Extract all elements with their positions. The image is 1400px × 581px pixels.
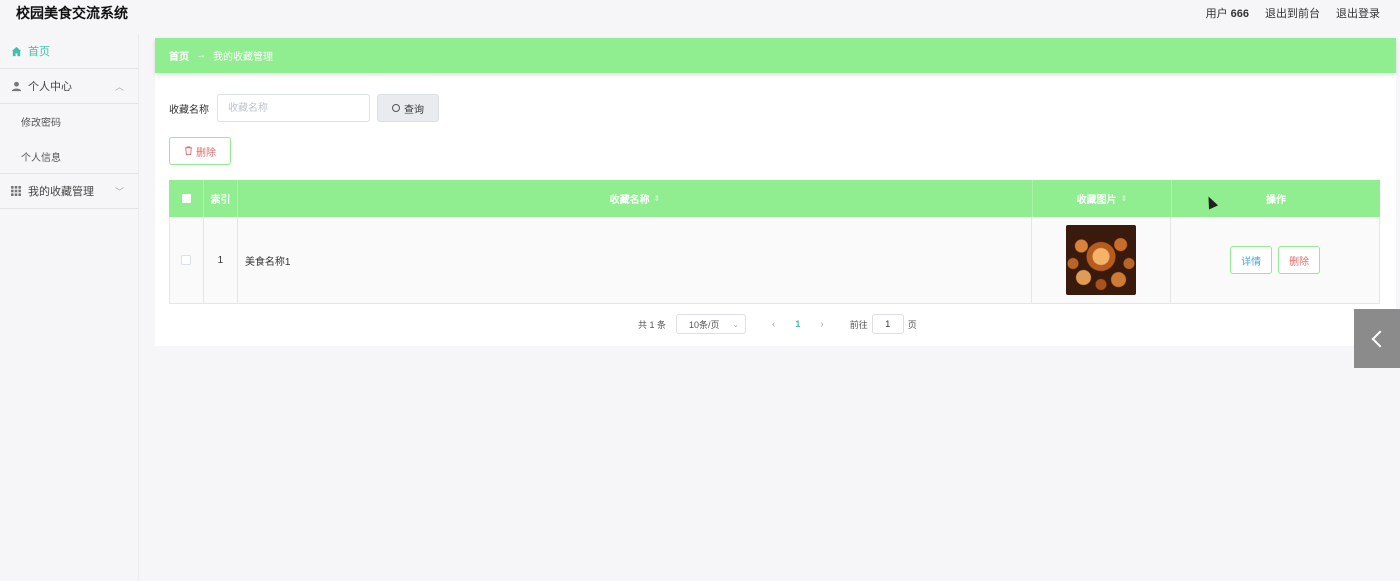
header-name-label: 收藏名称 xyxy=(609,195,650,206)
row-check-cell xyxy=(170,217,204,303)
sidebar-item-label: 我的收藏管理 xyxy=(28,186,94,198)
sidebar-item-personal-info[interactable]: 个人信息 xyxy=(0,139,138,174)
sidebar-item-favorites[interactable]: 我的收藏管理 ﹀ xyxy=(0,174,138,209)
user-icon xyxy=(10,80,22,92)
sort-icon: ⇕ xyxy=(1120,194,1128,203)
page-size-select[interactable]: 10条/页 ⌄ xyxy=(676,314,747,334)
current-page[interactable]: 1 xyxy=(795,319,800,329)
search-label: 收藏名称 xyxy=(169,104,209,116)
top-bar: 校园美食交流系统 用户 666 退出到前台 退出登录 xyxy=(0,0,1400,26)
chevron-left-icon xyxy=(1371,330,1389,347)
to-front-link[interactable]: 退出到前台 xyxy=(1265,5,1320,21)
goto-suffix: 页 xyxy=(907,319,917,330)
search-button[interactable]: 查询 xyxy=(377,94,439,122)
chevron-up-icon: ︿ xyxy=(114,82,124,92)
breadcrumb: 首页 → 我的收藏管理 xyxy=(155,38,1396,73)
user-name: 666 xyxy=(1230,8,1249,20)
header-name[interactable]: 收藏名称 ⇕ xyxy=(238,180,1033,217)
sidebar-item-label: 首页 xyxy=(28,46,50,58)
search-icon xyxy=(392,104,400,112)
user-info: 用户 666 xyxy=(1206,5,1249,21)
row-checkbox[interactable] xyxy=(181,255,192,265)
table-header: 索引 收藏名称 ⇕ 收藏图片 ⇕ 操作 xyxy=(169,180,1380,217)
home-icon xyxy=(10,45,22,57)
sidebar: 首页 个人中心 ︿ 修改密码 个人信息 我的收藏管理 ﹀ xyxy=(0,34,139,581)
sidebar-item-change-password[interactable]: 修改密码 xyxy=(0,104,138,139)
header-index: 索引 xyxy=(204,180,238,217)
app-title: 校园美食交流系统 xyxy=(16,5,128,21)
search-input[interactable] xyxy=(217,94,370,122)
user-label: 用户 xyxy=(1205,8,1228,20)
breadcrumb-current: 我的收藏管理 xyxy=(213,52,273,63)
breadcrumb-arrow: → xyxy=(196,50,206,61)
delete-button[interactable]: 删除 xyxy=(1278,246,1321,274)
search-button-label: 查询 xyxy=(404,104,424,116)
row-index: 1 xyxy=(204,217,238,303)
favorites-table: 索引 收藏名称 ⇕ 收藏图片 ⇕ 操作 1 美食名称1 详情 删除 xyxy=(169,180,1380,304)
detail-button[interactable]: 详情 xyxy=(1230,246,1273,274)
sidebar-item-label: 个人中心 xyxy=(28,81,72,93)
header-image-label: 收藏图片 xyxy=(1076,195,1117,206)
prev-page-icon[interactable]: ‹ xyxy=(772,319,775,330)
grid-icon xyxy=(10,185,22,197)
batch-delete-button[interactable]: 删除 xyxy=(169,137,231,165)
select-all-checkbox[interactable] xyxy=(181,194,191,203)
row-name: 美食名称1 xyxy=(238,217,1033,303)
select-all-cell xyxy=(169,180,204,217)
row-image-cell xyxy=(1032,217,1172,303)
pagination-total: 共 1 条 xyxy=(638,319,667,330)
main-panel: 首页 → 我的收藏管理 收藏名称 查询 删除 索引 收藏名称⇕ 收藏图片⇕ 操作… xyxy=(155,38,1396,346)
table-row: 1 美食名称1 详情 删除 xyxy=(169,217,1380,304)
trash-icon xyxy=(184,145,193,157)
goto-page-input[interactable]: 1 xyxy=(871,314,904,334)
search-row: 收藏名称 查询 xyxy=(169,94,439,122)
next-page-icon[interactable]: › xyxy=(820,319,823,330)
chevron-down-icon: ⌄ xyxy=(732,319,740,329)
food-thumbnail[interactable] xyxy=(1066,225,1137,295)
page-size-value: 10条/页 xyxy=(689,319,720,330)
collapse-panel-button[interactable] xyxy=(1354,309,1400,368)
pagination: 共 1 条 10条/页 ⌄ ‹ 1 › 前往 1 页 xyxy=(638,314,917,334)
top-links: 用户 666 退出到前台 退出登录 xyxy=(1206,5,1380,21)
breadcrumb-home[interactable]: 首页 xyxy=(169,48,189,63)
sidebar-item-home[interactable]: 首页 xyxy=(0,34,138,69)
row-operations: 详情 删除 xyxy=(1171,217,1379,303)
header-image[interactable]: 收藏图片 ⇕ xyxy=(1033,180,1172,217)
sidebar-item-personal-center[interactable]: 个人中心 ︿ xyxy=(0,69,138,104)
batch-delete-label: 删除 xyxy=(196,147,216,159)
logout-link[interactable]: 退出登录 xyxy=(1336,5,1380,21)
chevron-down-icon: ﹀ xyxy=(114,187,124,197)
goto-label: 前往 xyxy=(849,319,868,330)
sort-icon: ⇕ xyxy=(653,194,661,203)
